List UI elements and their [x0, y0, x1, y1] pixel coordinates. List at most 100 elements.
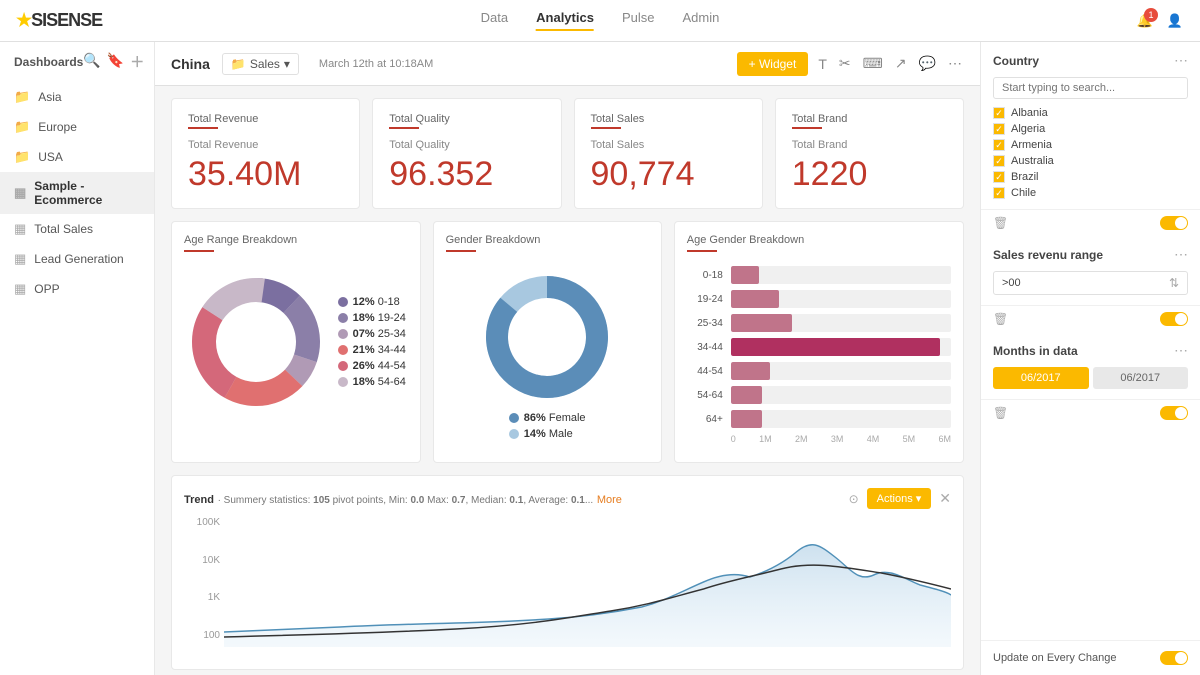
legend-dot	[509, 413, 519, 423]
sales-range-input[interactable]: >00 ⇅	[993, 271, 1188, 295]
kpi-title: Total Quality	[389, 139, 544, 151]
legend-item: 86% Female	[509, 412, 586, 424]
checkbox-australia[interactable]: ✓	[993, 155, 1005, 167]
checkbox-brazil[interactable]: ✓	[993, 171, 1005, 183]
legend-item: 12% 0-18	[338, 296, 406, 308]
tab-data[interactable]: Data	[481, 10, 508, 31]
month-end-button[interactable]: 06/2017	[1093, 367, 1189, 389]
tab-pulse[interactable]: Pulse	[622, 10, 655, 31]
trash-icon[interactable]: 🗑	[993, 406, 1008, 420]
trend-chart: 100K 10K 1K 100	[184, 517, 951, 657]
legend-item: 14% Male	[509, 428, 586, 440]
country-filter-toggle[interactable]	[1160, 216, 1188, 230]
sidebar-item-total-sales[interactable]: ▦ Total Sales	[0, 214, 154, 244]
country-item-chile: ✓ Chile	[993, 187, 1188, 199]
sales-range-title: Sales revenu range	[993, 248, 1103, 262]
month-start-button[interactable]: 06/2017	[993, 367, 1089, 389]
age-range-card: Age Range Breakdown	[171, 221, 421, 463]
sales-range-filter: Sales revenu range ⋯ >00 ⇅	[981, 236, 1200, 306]
user-icon[interactable]: 👤	[1166, 12, 1184, 30]
tab-admin[interactable]: Admin	[682, 10, 719, 31]
age-gender-title: Age Gender Breakdown	[687, 234, 951, 246]
more-icon[interactable]: ⋯	[946, 53, 964, 74]
search-icon[interactable]: 🔍	[83, 52, 100, 72]
bell-icon[interactable]: 🔔 1	[1136, 12, 1154, 30]
sidebar-item-lead-generation[interactable]: ▦ Lead Generation	[0, 244, 154, 274]
kpi-underline	[591, 127, 621, 129]
kpi-title: Total Revenue	[188, 139, 343, 151]
chevron-down-icon: ▾	[916, 492, 922, 505]
country-item-australia: ✓ Australia	[993, 155, 1188, 167]
checkbox-albania[interactable]: ✓	[993, 107, 1005, 119]
page-title: China	[171, 56, 210, 72]
sales-range-more[interactable]: ⋯	[1174, 246, 1188, 263]
age-gender-card: Age Gender Breakdown 0-18 19-24 25-34	[674, 221, 964, 463]
country-item-brazil: ✓ Brazil	[993, 171, 1188, 183]
checkbox-chile[interactable]: ✓	[993, 187, 1005, 199]
kpi-total-sales: Total Sales Total Sales 90,774	[574, 98, 763, 209]
country-filter-header: Country ⋯	[993, 52, 1188, 69]
dashboard-icon: ▦	[14, 281, 26, 297]
folder-icon: 📁	[14, 89, 30, 105]
chevron-down-icon: ▾	[284, 57, 290, 71]
sales-range-toggle[interactable]	[1160, 312, 1188, 326]
keyboard-icon[interactable]: ⌨	[861, 53, 885, 74]
legend-dot	[338, 361, 348, 371]
legend-item: 18% 54-64	[338, 376, 406, 388]
months-filter-toggle[interactable]	[1160, 406, 1188, 420]
country-search-input[interactable]	[993, 77, 1188, 99]
content-toolbar: China 📁 Sales ▾ March 12th at 10:18AM + …	[155, 42, 980, 86]
age-gender-chart: 0-18 19-24 25-34 34-44	[687, 262, 951, 448]
main-layout: Dashboards 🔍 🔖 ＋ 📁 Asia 📁 Europe 📁 USA ▦…	[0, 42, 1200, 675]
legend-dot	[338, 377, 348, 387]
bookmark-icon[interactable]: 🔖	[107, 52, 124, 72]
legend-item: 18% 19-24	[338, 312, 406, 324]
trash-icon[interactable]: 🗑	[993, 312, 1008, 326]
legend-item: 21% 34-44	[338, 344, 406, 356]
kpi-title: Total Brand	[792, 139, 947, 151]
add-widget-button[interactable]: + Widget	[737, 52, 809, 76]
checkbox-armenia[interactable]: ✓	[993, 139, 1005, 151]
actions-button[interactable]: Actions ▾	[867, 488, 932, 509]
age-range-title: Age Range Breakdown	[184, 234, 408, 246]
sidebar-item-asia[interactable]: 📁 Asia	[0, 82, 154, 112]
comment-icon[interactable]: 💬	[917, 53, 938, 74]
trash-icon[interactable]: 🗑	[993, 216, 1008, 230]
bar-row: 44-54	[687, 362, 951, 380]
country-filter-more[interactable]: ⋯	[1174, 52, 1188, 69]
trend-actions: ⊙ Actions ▾ ✕	[849, 488, 951, 509]
notification-badge: 1	[1144, 8, 1158, 22]
trend-more[interactable]: More	[597, 494, 622, 506]
close-trend-button[interactable]: ✕	[939, 490, 951, 507]
gender-donut-svg	[482, 272, 612, 402]
kpi-total-revenue: Total Revenue Total Revenue 35.40M	[171, 98, 360, 209]
sales-range-actions: 🗑	[981, 306, 1200, 332]
checkbox-algeria[interactable]: ✓	[993, 123, 1005, 135]
scissors-icon[interactable]: ✂	[837, 53, 853, 74]
text-icon[interactable]: T	[816, 54, 829, 74]
update-row: Update on Every Change	[981, 640, 1200, 675]
sidebar-actions: 🔍 🔖 ＋	[83, 52, 144, 72]
month-inputs: 06/2017 06/2017	[993, 367, 1188, 389]
kpi-value: 1220	[792, 155, 947, 194]
update-toggle[interactable]	[1160, 651, 1188, 665]
sidebar-item-europe[interactable]: 📁 Europe	[0, 112, 154, 142]
copy-icon[interactable]: ⊙	[849, 492, 859, 506]
sidebar-item-opp[interactable]: ▦ OPP	[0, 274, 154, 304]
stepper-icon[interactable]: ⇅	[1169, 276, 1179, 290]
age-range-chart: 12% 0-18 18% 19-24 07% 25-34	[184, 262, 408, 422]
legend-dot	[338, 345, 348, 355]
kpi-label: Total Brand	[792, 113, 947, 125]
sidebar-item-sample-ecommerce[interactable]: ▦ Sample - Ecommerce	[0, 172, 154, 214]
add-icon[interactable]: ＋	[130, 52, 144, 72]
sidebar-item-usa[interactable]: 📁 USA	[0, 142, 154, 172]
gender-legend: 86% Female 14% Male	[509, 412, 586, 440]
folder-selector[interactable]: 📁 Sales ▾	[222, 53, 299, 75]
country-filter-actions: 🗑	[981, 210, 1200, 236]
bar-row: 0-18	[687, 266, 951, 284]
trend-y-axis: 100K 10K 1K 100	[184, 517, 220, 641]
share-icon[interactable]: ↗	[893, 53, 909, 74]
sidebar-header: Dashboards 🔍 🔖 ＋	[0, 42, 154, 82]
tab-analytics[interactable]: Analytics	[536, 10, 594, 31]
months-filter-more[interactable]: ⋯	[1174, 342, 1188, 359]
